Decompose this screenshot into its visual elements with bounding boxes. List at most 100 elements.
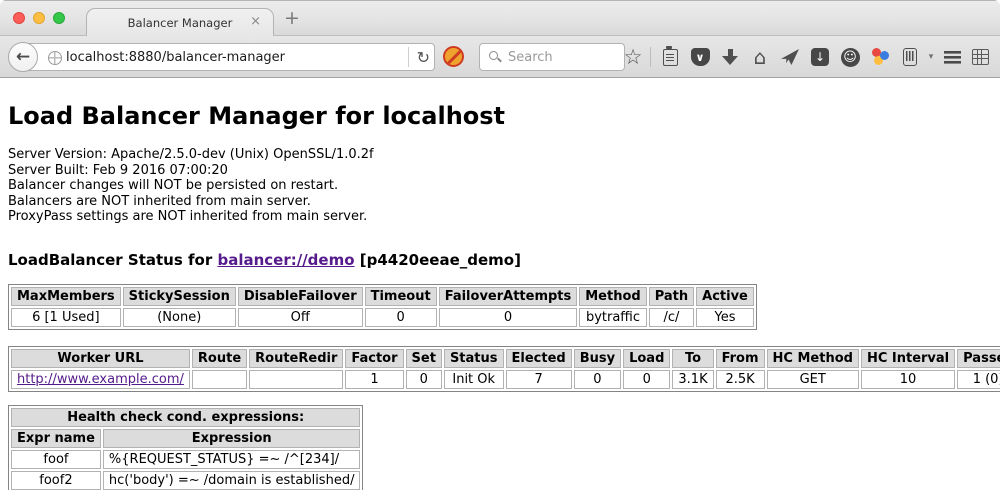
cell: 2.5K (716, 370, 765, 389)
container-button[interactable] (895, 36, 925, 78)
search-input[interactable] (508, 45, 620, 69)
balancer-demo-link[interactable]: balancer://demo (217, 251, 354, 269)
extension-button[interactable] (865, 36, 895, 78)
window-minimize-button[interactable] (33, 12, 45, 24)
tab-balancer-manager[interactable]: Balancer Manager × (86, 8, 274, 37)
downloads-button[interactable] (715, 36, 745, 78)
save-page-button[interactable]: ↓ (805, 36, 835, 78)
column-header: FailoverAttempts (439, 287, 578, 306)
grid-icon (972, 49, 989, 65)
worker-url-link[interactable]: http://www.example.com/ (17, 372, 184, 387)
column-header: Expression (103, 429, 361, 448)
column-header: From (716, 349, 765, 368)
column-header: MaxMembers (11, 287, 121, 306)
cell: 0 (365, 308, 437, 327)
feedback-button[interactable]: ☺ (835, 36, 865, 78)
table-row: http://www.example.com/ 10Init Ok7003.1K… (11, 370, 1000, 389)
download-arrow-icon (722, 48, 738, 66)
cell: /c/ (649, 308, 694, 327)
column-header: Active (696, 287, 754, 306)
status-prefix: LoadBalancer Status for (8, 251, 217, 269)
expression-cell: hc('body') =~ /domain is established/ (103, 471, 361, 490)
column-header: Factor (345, 349, 403, 368)
window-zoom-button[interactable] (53, 12, 65, 24)
cell: Yes (696, 308, 754, 327)
cell: 0 (439, 308, 578, 327)
column-header: RouteRedir (249, 349, 343, 368)
colored-dots-icon (870, 47, 890, 67)
table-header-row: Worker URLRouteRouteRedirFactorSetStatus… (11, 349, 1000, 368)
column-header: Elected (506, 349, 572, 368)
new-tab-button[interactable]: + (284, 7, 300, 29)
cell: Off (238, 308, 363, 327)
expr-name-cell: foof (11, 450, 101, 469)
battery-icon (903, 48, 917, 66)
column-header: To (672, 349, 713, 368)
cell: 1 (0) (957, 370, 1000, 389)
tab-groups-button[interactable] (967, 36, 993, 78)
flash-block-icon[interactable] (443, 46, 464, 67)
column-header: DisableFailover (238, 287, 363, 306)
table-row: foof %{REQUEST_STATUS} =~ /^[234]/ (11, 450, 360, 469)
reading-list-button[interactable] (655, 36, 685, 78)
chevron-down-icon[interactable]: ▾ (929, 52, 934, 62)
health-check-table: Health check cond. expressions: Expr nam… (8, 405, 363, 491)
window-close-button[interactable] (13, 12, 25, 24)
column-header: Worker URL (11, 349, 190, 368)
search-icon (489, 51, 498, 60)
inherit-notice-line: Balancers are NOT inherited from main se… (8, 194, 992, 210)
reload-wrap: ↻ (408, 47, 430, 67)
cell: (None) (123, 308, 236, 327)
send-tab-button[interactable] (775, 36, 805, 78)
column-header: Set (406, 349, 442, 368)
cell: 1 (345, 370, 403, 389)
worker-table: Worker URLRouteRouteRedirFactorSetStatus… (8, 346, 1000, 392)
box-download-icon: ↓ (811, 48, 829, 66)
toolbar-icons: ☆ ∨ ⌂ ↓ ☺ ▾ (620, 36, 993, 78)
column-header: Status (444, 349, 504, 368)
bookmark-star-icon[interactable]: ☆ (624, 47, 643, 67)
back-button[interactable]: ← (8, 42, 38, 72)
menu-button[interactable] (937, 36, 967, 78)
navigation-toolbar: ← localhost:8880/balancer-manager ↻ ☆ ∨ … (0, 36, 1000, 78)
server-info: Server Version: Apache/2.5.0-dev (Unix) … (8, 147, 992, 225)
home-button[interactable]: ⌂ (745, 36, 775, 78)
column-header: Path (649, 287, 694, 306)
cell: bytraffic (579, 308, 646, 327)
tab-title: Balancer Manager (128, 16, 233, 30)
table-row: 6 [1 Used](None)Off00bytraffic/c/Yes (11, 308, 754, 327)
reload-icon[interactable]: ↻ (417, 48, 430, 67)
cell: Init Ok (444, 370, 504, 389)
url-text: localhost:8880/balancer-manager (66, 50, 285, 65)
home-icon: ⌂ (754, 47, 767, 67)
paper-plane-icon (781, 49, 799, 65)
page-content: Load Balancer Manager for localhost Serv… (0, 78, 1000, 490)
column-header: Expr name (11, 429, 101, 448)
clipboard-icon (663, 49, 678, 66)
cell: 3.1K (672, 370, 713, 389)
column-header: StickySession (123, 287, 236, 306)
column-header: HC Interval (861, 349, 955, 368)
proxypass-notice-line: ProxyPass settings are NOT inherited fro… (8, 209, 992, 225)
pocket-button[interactable]: ∨ (685, 36, 715, 78)
smiley-icon: ☺ (841, 48, 860, 67)
status-suffix: [p4420eeae_demo] (355, 251, 521, 269)
hamburger-icon (944, 51, 961, 64)
column-header: Load (623, 349, 670, 368)
cell: 7 (506, 370, 572, 389)
cell: 6 [1 Used] (11, 308, 121, 327)
expr-name-cell: foof2 (11, 471, 101, 490)
persist-notice-line: Balancer changes will NOT be persisted o… (8, 178, 992, 194)
url-bar[interactable]: localhost:8880/balancer-manager ↻ (23, 43, 435, 71)
balancer-settings-table: MaxMembersStickySessionDisableFailoverTi… (8, 284, 757, 330)
cell: 0 (623, 370, 670, 389)
title-bar: Balancer Manager × + (0, 0, 1000, 36)
tab-close-icon[interactable]: × (250, 15, 261, 29)
page-title: Load Balancer Manager for localhost (8, 102, 992, 130)
cell: 0 (406, 370, 442, 389)
toolbar-separator (650, 47, 651, 67)
table-header-row: Expr nameExpression (11, 429, 360, 448)
column-header: Passes (957, 349, 1000, 368)
server-version-line: Server Version: Apache/2.5.0-dev (Unix) … (8, 147, 992, 163)
column-header: HC Method (767, 349, 859, 368)
